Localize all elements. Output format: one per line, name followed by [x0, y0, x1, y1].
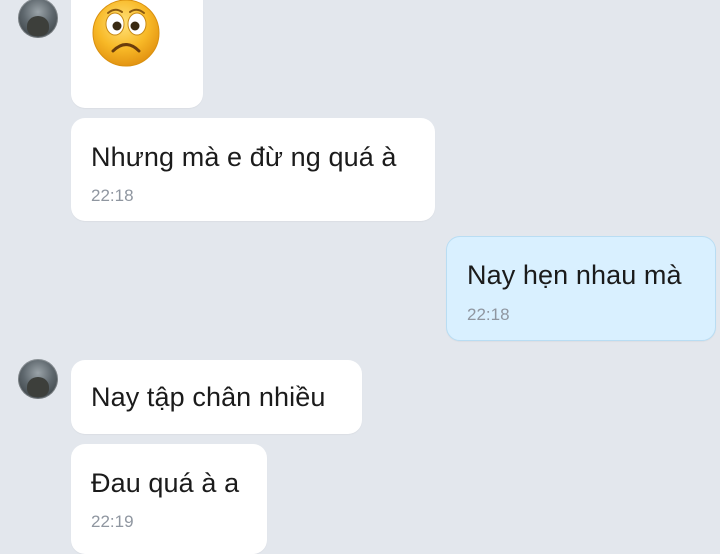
contact-avatar[interactable] — [18, 359, 58, 399]
message-text: Nay hẹn nhau mà — [467, 260, 682, 290]
message-text: Đau quá à a — [91, 468, 240, 498]
message-timestamp: 22:19 — [91, 512, 134, 531]
message-timestamp: 22:18 — [467, 305, 510, 324]
message-timestamp: 22:18 — [91, 186, 134, 205]
contact-avatar[interactable] — [18, 0, 58, 38]
message-text: Nay tập chân nhiều — [91, 382, 326, 412]
outgoing-message-bubble[interactable]: Nay hẹn nhau mà 22:18 — [446, 236, 716, 341]
incoming-message-bubble[interactable]: Đau quá à a 22:19 — [71, 444, 267, 554]
incoming-message-bubble[interactable]: Nhưng mà e đừ ng quá à 22:18 — [71, 118, 435, 221]
sticker-message-bubble[interactable] — [71, 0, 203, 108]
incoming-message-bubble[interactable]: Nay tập chân nhiều — [71, 360, 362, 434]
sad-face-emoji-icon — [92, 0, 160, 67]
message-text: Nhưng mà e đừ ng quá à — [91, 142, 397, 172]
